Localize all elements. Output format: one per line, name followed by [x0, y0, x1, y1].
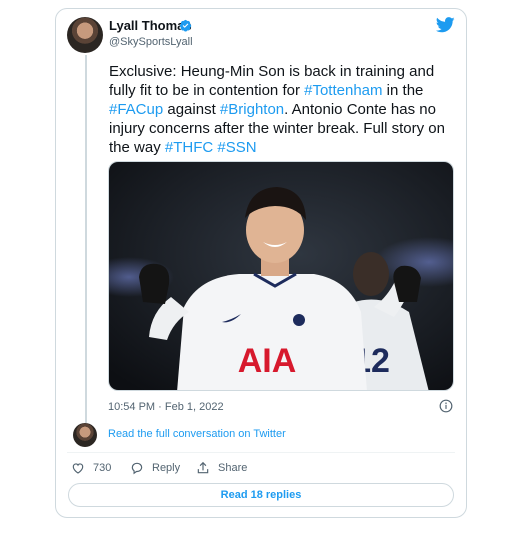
tweet-text: Exclusive: Heung-Min Son is back in trai…	[109, 62, 455, 157]
info-icon[interactable]	[439, 399, 453, 413]
share-icon	[197, 461, 209, 474]
read-conversation-link[interactable]: Read the full conversation on Twitter	[108, 428, 286, 440]
like-button[interactable]: 730	[71, 461, 111, 475]
twitter-bird-icon[interactable]	[436, 17, 455, 33]
heart-icon	[72, 463, 84, 474]
author-handle[interactable]: @SkySportsLyall	[109, 36, 193, 48]
reply-label: Reply	[152, 462, 181, 474]
share-label: Share	[218, 462, 248, 474]
avatar[interactable]	[67, 17, 103, 53]
reply-icon	[131, 462, 143, 475]
like-count: 730	[93, 462, 112, 474]
hashtag-link[interactable]: #Tottenham	[304, 82, 382, 99]
share-button[interactable]: Share	[196, 461, 247, 475]
hashtag-link[interactable]: #SSN	[217, 139, 256, 156]
verified-badge-icon	[179, 19, 192, 32]
shirt-sponsor-text: AIA	[238, 342, 297, 380]
thread-line	[85, 55, 87, 423]
hashtag-link[interactable]: #THFC	[165, 139, 213, 156]
tweet-timestamp[interactable]: 10:54 PM · Feb 1, 2022	[108, 401, 224, 413]
hashtag-link[interactable]: #Brighton	[220, 101, 284, 118]
conversation-avatar	[73, 423, 97, 447]
tweet-photo[interactable]: 12 AIA	[108, 161, 454, 391]
actions-divider	[67, 452, 455, 453]
read-replies-button[interactable]: Read 18 replies	[68, 483, 454, 507]
tweet-text-segment: in the	[382, 82, 424, 99]
photo-illustration: 12 AIA	[109, 162, 453, 390]
tweet-text-segment: against	[163, 101, 220, 118]
reply-button[interactable]: Reply	[130, 461, 180, 475]
hashtag-link[interactable]: #FACup	[109, 101, 163, 118]
